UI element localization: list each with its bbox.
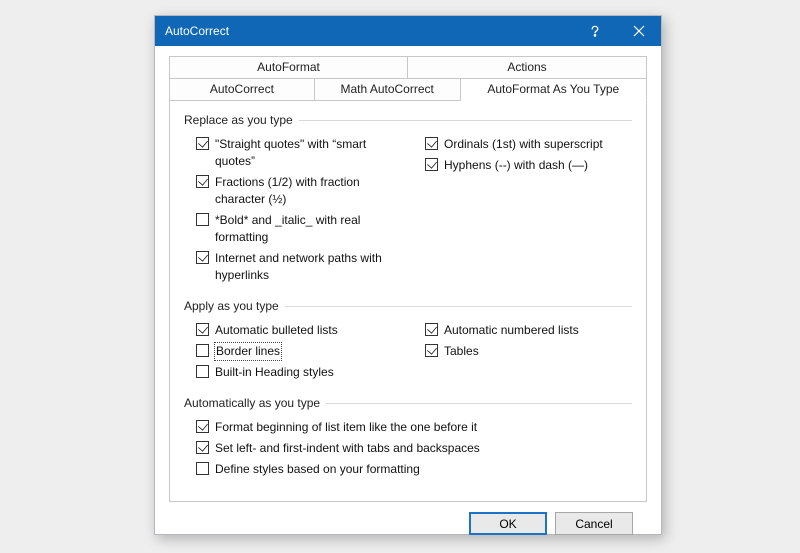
tab-actions[interactable]: Actions [408, 56, 647, 79]
checkbox-label: Border lines [215, 343, 281, 360]
checkbox[interactable] [425, 344, 438, 357]
checkbox[interactable] [196, 137, 209, 150]
group-header-auto: Automatically as you type [184, 396, 632, 410]
checkbox-row[interactable]: Hyphens (--) with dash (—) [425, 156, 632, 175]
checkbox-row[interactable]: Define styles based on your formatting [196, 460, 632, 479]
group-header-auto-label: Automatically as you type [184, 396, 320, 410]
checkbox[interactable] [425, 158, 438, 171]
divider [299, 120, 632, 121]
checkbox-row[interactable]: Tables [425, 342, 632, 361]
checkbox-label: Hyphens (--) with dash (—) [444, 157, 588, 174]
close-button[interactable] [617, 16, 661, 46]
checkbox-row[interactable]: "Straight quotes" with “smart quotes” [196, 135, 403, 171]
tab-row-1: AutoFormat Actions [169, 56, 647, 79]
ok-button[interactable]: OK [469, 512, 547, 535]
button-bar: OK Cancel [169, 502, 647, 545]
help-button[interactable] [573, 16, 617, 46]
tab-autoformat-as-you-type[interactable]: AutoFormat As You Type [461, 78, 647, 101]
checkbox-row[interactable]: Built-in Heading styles [196, 363, 403, 382]
checkbox[interactable] [196, 344, 209, 357]
group-auto: Format beginning of list item like the o… [184, 416, 632, 479]
tab-autoformat[interactable]: AutoFormat [169, 56, 408, 79]
checkbox-row[interactable]: Internet and network paths with hyperlin… [196, 249, 403, 285]
tab-autocorrect[interactable]: AutoCorrect [169, 78, 315, 101]
checkbox[interactable] [196, 213, 209, 226]
checkbox-label: Internet and network paths with hyperlin… [215, 250, 403, 284]
checkbox[interactable] [196, 323, 209, 336]
checkbox-label: Define styles based on your formatting [215, 461, 420, 478]
checkbox-row[interactable]: Border lines [196, 342, 403, 361]
checkbox-label: Built-in Heading styles [215, 364, 334, 381]
autocorrect-dialog: AutoCorrect AutoFormat Actions AutoCorre… [154, 15, 662, 535]
divider [326, 403, 632, 404]
checkbox-label: Fractions (1/2) with fraction character … [215, 174, 403, 208]
checkbox-label: Automatic bulleted lists [215, 322, 338, 339]
checkbox[interactable] [196, 462, 209, 475]
checkbox-label: Format beginning of list item like the o… [215, 419, 477, 436]
checkbox[interactable] [425, 137, 438, 150]
group-apply: Automatic bulleted lists Border lines Buil… [184, 319, 632, 382]
checkbox-row[interactable]: *Bold* and _italic_ with real formatting [196, 211, 403, 247]
checkbox-label: "Straight quotes" with “smart quotes” [215, 136, 403, 170]
checkbox-row[interactable]: Set left- and first-indent with tabs and… [196, 439, 632, 458]
checkbox[interactable] [196, 420, 209, 433]
checkbox[interactable] [196, 175, 209, 188]
group-header-apply-label: Apply as you type [184, 299, 279, 313]
checkbox-row[interactable]: Format beginning of list item like the o… [196, 418, 632, 437]
titlebar: AutoCorrect [155, 16, 661, 46]
cancel-button[interactable]: Cancel [555, 512, 633, 535]
divider [285, 306, 632, 307]
checkbox-label: Tables [444, 343, 479, 360]
dialog-body: AutoFormat Actions AutoCorrect Math Auto… [155, 46, 661, 553]
checkbox[interactable] [425, 323, 438, 336]
dialog-title: AutoCorrect [165, 24, 229, 38]
checkbox-label: Automatic numbered lists [444, 322, 579, 339]
checkbox[interactable] [196, 441, 209, 454]
tab-panel: Replace as you type "Straight quotes" wi… [169, 101, 647, 502]
group-header-apply: Apply as you type [184, 299, 632, 313]
checkbox[interactable] [196, 365, 209, 378]
checkbox-row[interactable]: Automatic bulleted lists [196, 321, 403, 340]
checkbox-label: Ordinals (1st) with superscript [444, 136, 603, 153]
checkbox[interactable] [196, 251, 209, 264]
checkbox-label: Set left- and first-indent with tabs and… [215, 440, 480, 457]
checkbox-row[interactable]: Fractions (1/2) with fraction character … [196, 173, 403, 209]
group-replace: "Straight quotes" with “smart quotes” Fra… [184, 133, 632, 285]
checkbox-row[interactable]: Automatic numbered lists [425, 321, 632, 340]
group-header-replace-label: Replace as you type [184, 113, 293, 127]
tab-math-autocorrect[interactable]: Math AutoCorrect [315, 78, 461, 101]
group-header-replace: Replace as you type [184, 113, 632, 127]
checkbox-label: *Bold* and _italic_ with real formatting [215, 212, 403, 246]
checkbox-row[interactable]: Ordinals (1st) with superscript [425, 135, 632, 154]
tab-row-2: AutoCorrect Math AutoCorrect AutoFormat … [169, 78, 647, 101]
